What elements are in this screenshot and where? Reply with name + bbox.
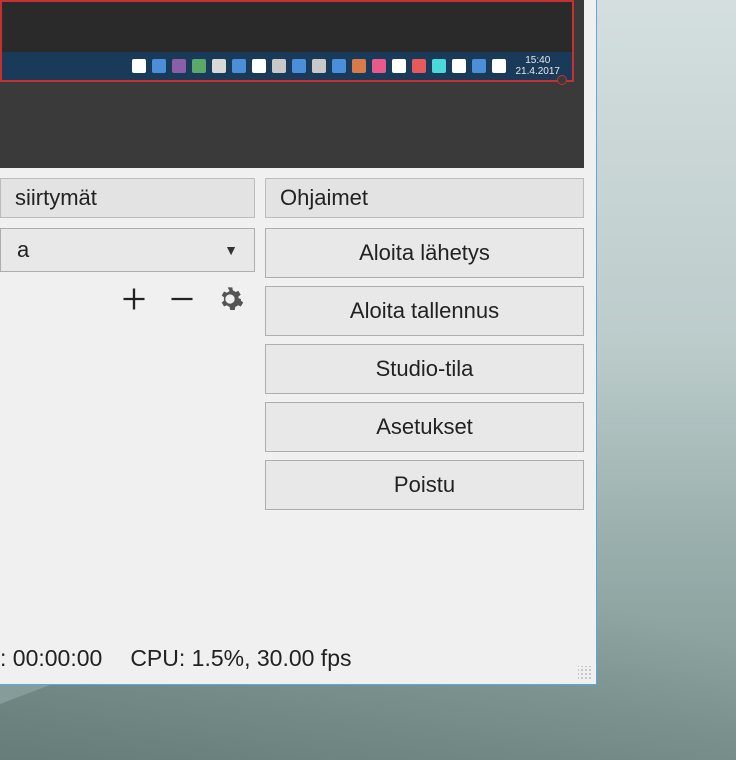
studio-mode-button[interactable]: Studio-tila (265, 344, 584, 394)
transition-settings-button[interactable] (213, 282, 247, 316)
tray-icon (192, 59, 206, 73)
tray-icon (212, 59, 226, 73)
tray-icon (132, 59, 146, 73)
tray-icon (232, 59, 246, 73)
tray-icon (352, 59, 366, 73)
tray-icon (292, 59, 306, 73)
settings-button[interactable]: Asetukset (265, 402, 584, 452)
clock-time: 15:40 (516, 55, 561, 66)
preview-clock: 15:40 21.4.2017 (512, 55, 565, 77)
status-bar: : 00:00:00 CPU: 1.5%, 30.00 fps (0, 637, 596, 684)
plus-icon (120, 285, 148, 313)
transition-dropdown[interactable]: a ▼ (0, 228, 255, 272)
tray-icon (152, 59, 166, 73)
tray-icon (252, 59, 266, 73)
tray-icon (312, 59, 326, 73)
preview-selection[interactable]: 15:40 21.4.2017 (0, 0, 574, 82)
controls-header: Ohjaimet (265, 178, 584, 218)
transitions-header: siirtymät (0, 178, 255, 218)
app-window: 15:40 21.4.2017 siirtymät a ▼ (0, 0, 597, 685)
preview-area[interactable]: 15:40 21.4.2017 (0, 0, 584, 168)
clock-date: 21.4.2017 (516, 66, 561, 77)
tray-icon (432, 59, 446, 73)
minus-icon (168, 285, 196, 313)
start-stream-button[interactable]: Aloita lähetys (265, 228, 584, 278)
window-resize-grip[interactable] (578, 666, 592, 680)
transitions-panel: siirtymät a ▼ (0, 178, 255, 637)
tray-icon (492, 59, 506, 73)
resize-handle[interactable] (557, 75, 567, 85)
status-time: : 00:00:00 (0, 645, 102, 672)
status-cpu: CPU: 1.5%, 30.00 fps (130, 645, 351, 672)
start-recording-button[interactable]: Aloita tallennus (265, 286, 584, 336)
tray-icon (272, 59, 286, 73)
add-transition-button[interactable] (117, 282, 151, 316)
exit-button[interactable]: Poistu (265, 460, 584, 510)
tray-icon (472, 59, 486, 73)
tray-icon (172, 59, 186, 73)
tray-icon (412, 59, 426, 73)
transition-selected: a (17, 237, 29, 263)
chevron-down-icon: ▼ (224, 242, 238, 258)
tray-icon (452, 59, 466, 73)
preview-taskbar: 15:40 21.4.2017 (2, 52, 572, 80)
gear-icon (216, 285, 244, 313)
tray-icon (392, 59, 406, 73)
tray-icon (372, 59, 386, 73)
tray-icon (332, 59, 346, 73)
remove-transition-button[interactable] (165, 282, 199, 316)
controls-panel: Ohjaimet Aloita lähetys Aloita tallennus… (265, 178, 584, 637)
